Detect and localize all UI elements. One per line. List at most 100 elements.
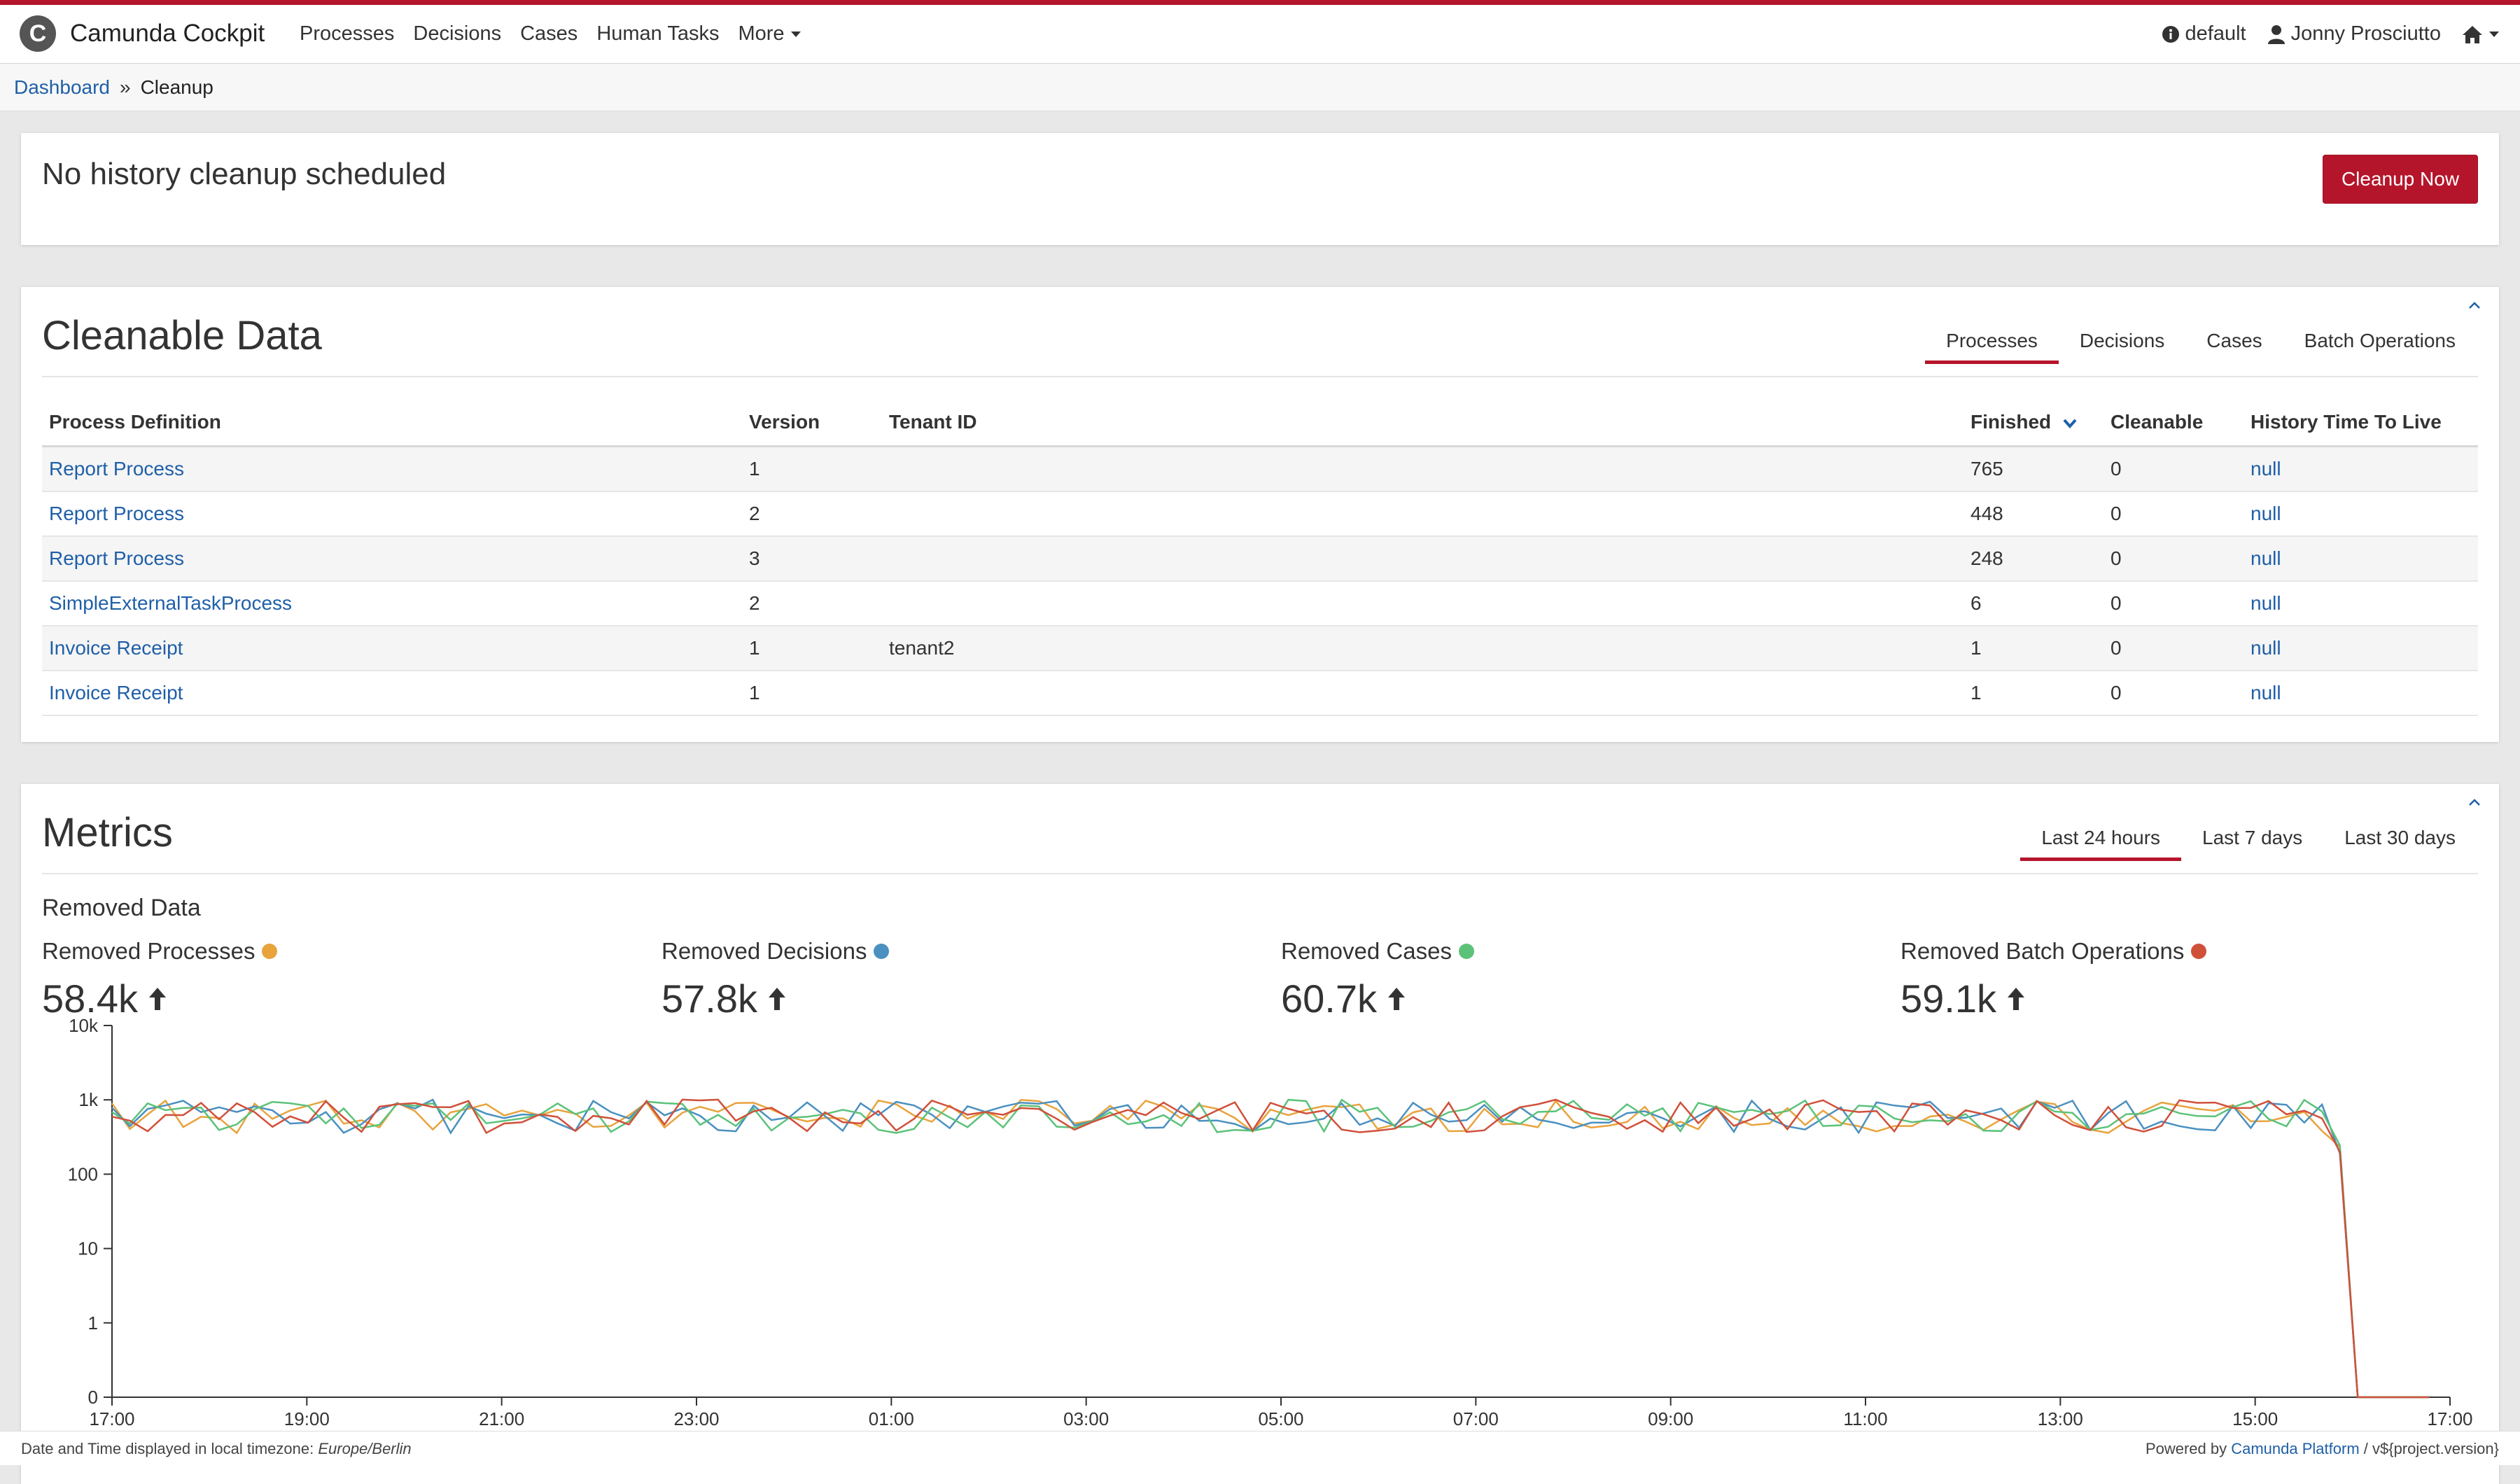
tab-processes[interactable]: Processes [1925,318,2059,364]
history-ttl-link[interactable]: null [2250,592,2281,614]
chevron-down-icon [2489,31,2499,37]
cleanup-status-panel: No history cleanup scheduled Cleanup Now [21,133,2499,245]
home-menu[interactable] [2462,24,2499,44]
col-history-ttl[interactable]: History Time To Live [2244,399,2478,447]
tab-cases[interactable]: Cases [2185,318,2283,364]
tenant-cell: tenant2 [882,626,1963,671]
tab-divider [42,376,2478,377]
main-nav: Processes Decisions Cases Human Tasks Mo… [300,5,820,63]
finished-cell: 1 [1963,671,2104,716]
nav-item-more[interactable]: More [738,22,801,46]
metric-removed-batch-operations: Removed Batch Operations 59.1k [1900,938,2207,1021]
x-tick-label: 21:00 [479,1408,524,1429]
x-tick-label: 11:00 [1843,1408,1887,1429]
y-tick-label: 1 [88,1312,98,1334]
chevron-up-icon[interactable] [2465,794,2484,812]
tab-last-30-days[interactable]: Last 30 days [2323,815,2477,861]
x-tick-label: 15:00 [2232,1408,2278,1429]
nav-more-label: More [738,22,785,45]
info-icon [2162,25,2179,43]
arrow-up-icon [769,987,785,1010]
tenant-cell [882,536,1963,582]
arrow-up-icon [149,987,166,1010]
finished-cell: 6 [1963,581,2104,626]
history-ttl-link[interactable]: null [2250,637,2281,659]
tab-batch-operations[interactable]: Batch Operations [2283,318,2477,364]
process-definition-link[interactable]: Invoice Receipt [49,682,183,704]
history-ttl-link[interactable]: null [2250,547,2281,569]
col-cleanable[interactable]: Cleanable [2104,399,2244,447]
metric-label: Removed Cases [1281,938,1452,964]
header-right: default Jonny Prosciutto [2141,5,2499,63]
col-finished[interactable]: Finished [1963,399,2104,447]
process-definition-link[interactable]: Report Process [49,547,184,569]
nav-item-decisions[interactable]: Decisions [413,22,501,46]
tab-divider [42,873,2478,874]
metric-label: Removed Processes [42,938,255,964]
x-tick-label: 01:00 [869,1408,914,1429]
x-tick-label: 23:00 [673,1408,719,1429]
legend-dot-icon [2191,944,2207,959]
history-ttl-link[interactable]: null [2250,682,2281,704]
x-tick-label: 05:00 [1258,1408,1303,1429]
process-definition-link[interactable]: Report Process [49,503,184,524]
history-ttl-link[interactable]: null [2250,503,2281,524]
timezone-value: Europe/Berlin [318,1440,412,1457]
table-row: SimpleExternalTaskProcess 2 6 0 null [42,581,2478,626]
series-line [111,1098,2429,1399]
powered-prefix: Powered by [2145,1440,2232,1457]
x-tick-label: 07:00 [1453,1408,1499,1429]
timezone-note: Date and Time displayed in local timezon… [21,1440,412,1458]
table-row: Invoice Receipt 1 1 0 null [42,671,2478,716]
chevron-up-icon[interactable] [2465,297,2484,315]
legend-dot-icon [874,944,890,959]
metric-removed-processes: Removed Processes 58.4k [42,938,278,1021]
x-tick-label: 17:00 [2427,1408,2472,1429]
camunda-platform-link[interactable]: Camunda Platform [2231,1440,2359,1457]
metric-removed-cases: Removed Cases 60.7k [1281,938,1474,1021]
y-tick-label: 100 [68,1163,98,1184]
tab-last-7-days[interactable]: Last 7 days [2181,815,2323,861]
process-definition-link[interactable]: Report Process [49,458,184,479]
finished-cell: 765 [1963,446,2104,492]
y-tick-label: 10 [78,1238,98,1259]
version-cell: 1 [742,671,882,716]
cleanable-cell: 0 [2104,491,2244,537]
footer: Date and Time displayed in local timezon… [0,1431,2520,1465]
nav-item-processes[interactable]: Processes [300,22,394,46]
x-tick-label: 13:00 [2038,1408,2083,1429]
breadcrumb-current: Cleanup [140,76,214,98]
cleanable-cell: 0 [2104,536,2244,582]
cleanable-data-panel: Cleanable Data Processes Decisions Cases… [21,287,2499,742]
cleanup-now-button[interactable]: Cleanup Now [2323,155,2478,204]
metric-label: Removed Batch Operations [1900,938,2185,964]
col-version[interactable]: Version [742,399,882,447]
tenant-cell [882,491,1963,537]
camunda-logo-icon: C [20,15,56,52]
cleanable-cell: 0 [2104,671,2244,716]
col-finished-label: Finished [1970,411,2052,433]
tenant-cell [882,671,1963,716]
history-ttl-link[interactable]: null [2250,458,2281,479]
engine-selector[interactable]: default [2162,22,2246,46]
user-icon [2267,24,2285,44]
tab-decisions[interactable]: Decisions [2059,318,2185,364]
finished-cell: 248 [1963,536,2104,582]
col-process-definition[interactable]: Process Definition [42,399,742,447]
process-definition-link[interactable]: SimpleExternalTaskProcess [49,592,292,614]
brand[interactable]: C Camunda Cockpit [20,15,265,52]
breadcrumb-dashboard-link[interactable]: Dashboard [14,76,110,99]
user-name: Jonny Prosciutto [2290,22,2441,45]
col-tenant-id[interactable]: Tenant ID [882,399,1963,447]
x-tick-label: 17:00 [89,1408,134,1429]
cleanable-cell: 0 [2104,446,2244,492]
nav-item-cases[interactable]: Cases [520,22,578,46]
tab-last-24-hours[interactable]: Last 24 hours [2020,815,2181,861]
user-menu[interactable]: Jonny Prosciutto [2267,22,2441,46]
cleanable-cell: 0 [2104,581,2244,626]
nav-item-human-tasks[interactable]: Human Tasks [596,22,719,46]
y-tick-label: 10k [69,1015,99,1036]
process-definition-link[interactable]: Invoice Receipt [49,637,183,659]
tenant-cell [882,581,1963,626]
series-line [111,1099,2429,1399]
